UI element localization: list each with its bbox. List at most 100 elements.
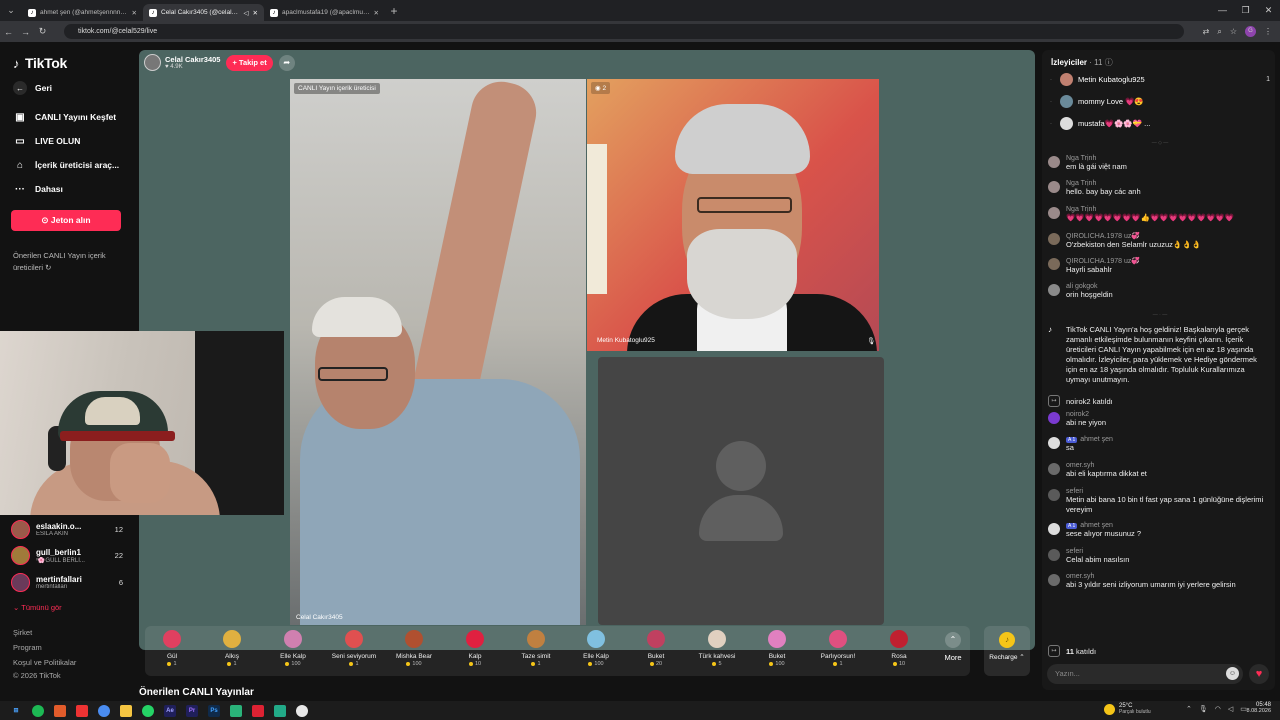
clock[interactable]: 05:48 8.08.2026 [1241,702,1271,714]
app-icon[interactable] [54,704,66,717]
minimize-icon[interactable]: — [1211,0,1234,21]
after-effects-icon[interactable]: Ae [164,704,176,717]
footer-link-terms[interactable]: Koşul ve Politikalar [13,658,76,667]
gift-item[interactable]: Buket 100 [749,630,805,667]
nav-go-live[interactable]: ▭ LIVE OLUN [13,134,80,148]
app-icon[interactable] [230,704,242,717]
chat-username[interactable]: seferi [1066,548,1083,555]
more-gifts-button[interactable]: ⌃ More [937,632,969,662]
chat-avatar[interactable] [1048,156,1060,168]
chat-avatar[interactable] [1048,207,1060,219]
nav-back[interactable]: ← Geri [13,81,52,95]
close-window-icon[interactable]: ✕ [1257,0,1280,21]
menu-dots-icon[interactable]: ⋮ [1264,24,1272,39]
chat-avatar[interactable] [1048,437,1060,449]
mic-icon[interactable]: 🎙 [1199,705,1208,713]
recharge-button[interactable]: ♪ Recharge ⌃ [984,626,1030,676]
like-heart-button[interactable]: ♥ [1249,664,1269,684]
volume-icon[interactable]: ◁ [1228,705,1233,713]
gift-item[interactable]: Alkış 1 [204,630,260,667]
guest-video[interactable]: ◉ 2 Metin Kubatoglu925 🎙 [587,79,879,351]
zoom-icon[interactable]: ⌕ [1217,24,1221,39]
close-icon[interactable]: ✕ [253,9,258,17]
host-avatar[interactable] [144,54,161,71]
see-all-link[interactable]: ⌄ Tümünü gör [13,603,62,612]
chat-username[interactable]: Nga Trịnh [1066,155,1270,162]
chat-username[interactable]: QIROLICHA.1978 uz💞 [1066,257,1270,265]
chat-username[interactable]: ahmet şen [1080,436,1113,443]
chrome-icon[interactable] [98,704,110,717]
forward-icon[interactable]: → [17,27,34,37]
photoshop-icon[interactable]: Ps [208,704,220,717]
gift-item[interactable]: Elle Kalp 100 [265,630,321,667]
gift-item[interactable]: Türk kahvesi 5 [689,630,745,667]
get-coins-button[interactable]: ⊙ Jeton alın [11,210,121,231]
browser-tab[interactable]: ♪ apaclmustafa19 (@apaclmusta... ✕ [264,4,385,21]
chat-username[interactable]: QIROLICHA.1978 uz💞 [1066,232,1270,240]
chat-username[interactable]: ali gokgok [1066,283,1270,290]
wifi-icon[interactable]: ◠ [1215,705,1221,713]
chat-avatar[interactable] [1048,463,1060,475]
chat-username[interactable]: omer.syh [1066,462,1094,469]
bookmark-star-icon[interactable]: ☆ [1230,24,1237,39]
chat-input[interactable]: Yazın... [1047,664,1243,684]
profile-avatar[interactable]: G [1245,26,1256,37]
empty-guest-slot[interactable] [598,357,884,625]
url-field[interactable]: tiktok.com/@celal529/live [64,24,1184,39]
suggested-creator[interactable]: gull_berlin1 ᵛ🌸GÜLL BERLİ... 22 [11,546,123,565]
maximize-icon[interactable]: ❐ [1234,0,1257,21]
close-icon[interactable]: ✕ [374,9,379,17]
premiere-icon[interactable]: Pr [186,704,198,717]
gift-item[interactable]: Buket 20 [628,630,684,667]
top-viewer-row[interactable]: · Metin Kubatoglu925 1 [1050,73,1270,86]
viewers-header[interactable]: İzleyiciler · 11 ⓘ [1051,57,1113,68]
gift-item[interactable]: Gül 1 [144,630,200,667]
close-icon[interactable]: ✕ [132,9,137,17]
windows-start-icon[interactable]: ⊞ [10,705,22,717]
app-icon[interactable] [252,704,264,717]
gift-item[interactable]: Taze simit 1 [508,630,564,667]
join-user[interactable]: noirok2 [1066,397,1091,406]
app-icon[interactable] [274,704,286,717]
translate-icon[interactable]: ⇄ [1203,24,1210,39]
main-video[interactable]: CANLI Yayın içerik üreticisi Celal Cakır… [290,79,586,625]
refresh-icon[interactable]: ↻ [45,263,51,272]
gift-item[interactable]: Rosa 10 [871,630,927,667]
spotify-icon[interactable] [32,704,44,717]
file-explorer-icon[interactable] [120,704,132,717]
chat-username[interactable]: seferi [1066,488,1083,495]
weather-widget[interactable]: 25°C Parçalı bulutlu [1104,703,1151,715]
footer-link-program[interactable]: Program [13,643,42,652]
chat-avatar[interactable] [1048,523,1060,535]
chat-username[interactable]: Nga Trịnh [1066,206,1270,213]
host-name[interactable]: Celal Cakır3405 [165,55,220,64]
footer-link-company[interactable]: Şirket [13,628,32,637]
browser-tab[interactable]: ♪ ahmet şen (@ahmetşennnn) | ... ✕ [22,4,143,21]
chat-avatar[interactable] [1048,233,1060,245]
chat-avatar[interactable] [1048,181,1060,193]
gift-item[interactable]: Mishka Bear 100 [386,630,442,667]
nav-explore-live[interactable]: ▣ CANLI Yayını Keşfet [13,110,116,124]
reload-icon[interactable]: ↻ [34,26,51,37]
app-icon[interactable] [76,704,88,717]
speaker-icon[interactable]: ◁ [244,9,249,17]
top-viewer-row[interactable]: · mommy Love 💗😍 [1050,95,1270,108]
nav-more[interactable]: ··· Dahası [13,182,63,196]
chat-avatar[interactable] [1048,284,1060,296]
chat-avatar[interactable] [1048,412,1060,424]
chat-avatar[interactable] [1048,574,1060,586]
gift-item[interactable]: Elle Kalp 100 [568,630,624,667]
emoji-icon[interactable]: ☺ [1226,667,1239,680]
whatsapp-icon[interactable] [142,704,154,717]
follow-button[interactable]: + Takip et [226,54,273,71]
new-tab-button[interactable]: + [385,4,403,18]
nav-creator-tools[interactable]: ⌂ İçerik üreticisi araç... [13,158,119,172]
suggested-creator[interactable]: eslaakin.o... ESİLA AKIN 12 [11,520,123,539]
gift-item[interactable]: Parlıyorsun! 1 [810,630,866,667]
gift-item[interactable]: Seni seviyorum 1 [326,630,382,667]
back-icon[interactable]: ← [0,27,17,37]
chat-username[interactable]: Nga Trịnh [1066,180,1270,187]
chat-username[interactable]: ahmet şen [1080,522,1113,529]
tiktok-logo[interactable]: ♪ TikTok [13,55,67,71]
chat-avatar[interactable] [1048,258,1060,270]
